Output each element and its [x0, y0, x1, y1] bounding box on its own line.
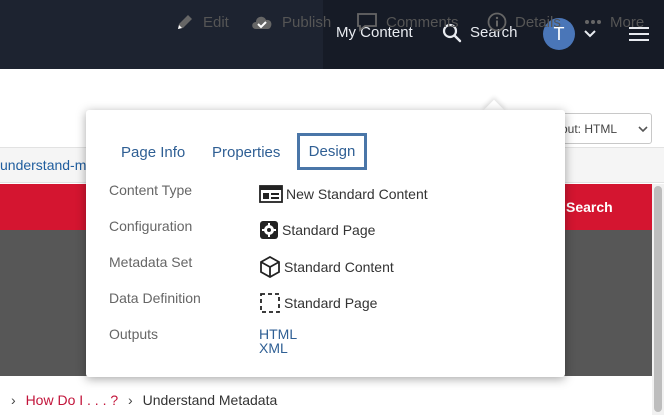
chevron-right-icon: ›: [11, 392, 16, 408]
data-definition-value[interactable]: Standard Page: [259, 292, 377, 314]
data-definition-text: Standard Page: [284, 295, 378, 311]
breadcrumb: › How Do I . . . ? › Understand Metadata: [5, 392, 277, 408]
details-label: Details: [515, 13, 561, 31]
more-label: More: [610, 13, 645, 31]
details-popover: Page Info Properties Design Content Type…: [86, 110, 565, 377]
outputs-label: Outputs: [109, 326, 159, 342]
content-type-label: Content Type: [109, 182, 193, 198]
publish-button[interactable]: Publish: [250, 12, 331, 32]
configuration-text: Standard Page: [282, 222, 376, 238]
pencil-icon: [178, 15, 192, 29]
breadcrumb-how-do-i[interactable]: How Do I . . . ?: [26, 392, 119, 408]
configuration-label: Configuration: [109, 218, 193, 234]
edit-button[interactable]: Edit: [175, 12, 229, 32]
metadata-set-value[interactable]: Standard Content: [259, 256, 394, 278]
ellipsis-icon: [585, 20, 601, 24]
content-type-value[interactable]: New Standard Content: [259, 184, 428, 204]
cube-icon: [260, 256, 280, 278]
breadcrumb-current: Understand Metadata: [142, 392, 278, 408]
action-toolbar: [0, 69, 664, 111]
output-xml-link[interactable]: XML: [259, 340, 288, 356]
details-button[interactable]: Details: [487, 12, 561, 32]
gear-icon: [260, 221, 278, 239]
publish-label: Publish: [282, 13, 332, 31]
more-button[interactable]: More: [584, 12, 644, 32]
info-icon: [487, 12, 507, 32]
data-definition-label: Data Definition: [109, 290, 201, 306]
scrollbar-thumb[interactable]: [654, 186, 662, 412]
comments-button[interactable]: Comments: [356, 12, 459, 32]
dashed-box-icon: [260, 293, 280, 313]
tab-properties[interactable]: Properties: [212, 144, 280, 161]
chevron-down-icon: [638, 126, 648, 133]
breadcrumb-link[interactable]: understand-m: [0, 157, 86, 173]
comments-label: Comments: [386, 13, 459, 31]
site-search-link[interactable]: Search: [566, 199, 613, 215]
metadata-set-label: Metadata Set: [109, 254, 193, 270]
content-type-text: New Standard Content: [286, 186, 428, 202]
chevron-right-icon: ›: [128, 392, 133, 408]
tab-design[interactable]: Design: [297, 133, 367, 170]
configuration-value[interactable]: Standard Page: [259, 220, 375, 240]
metadata-set-text: Standard Content: [284, 259, 394, 275]
cloud-check-icon: [252, 16, 272, 29]
tab-page-info[interactable]: Page Info: [121, 144, 185, 161]
edit-label: Edit: [203, 13, 229, 31]
content-type-icon: [259, 185, 283, 203]
comment-icon: [357, 13, 377, 32]
